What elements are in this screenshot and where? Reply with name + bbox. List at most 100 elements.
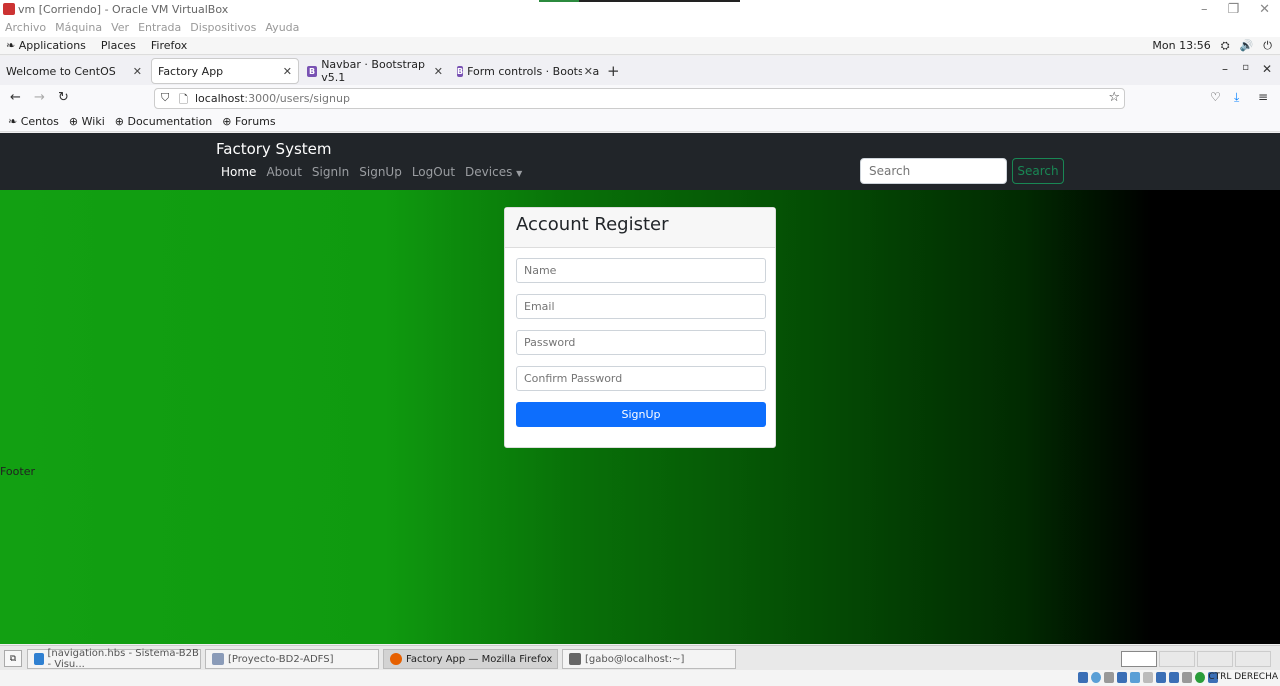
close-icon[interactable]: ✕	[1259, 2, 1270, 17]
email-field[interactable]	[516, 294, 766, 319]
nav-home[interactable]: Home	[221, 165, 256, 179]
signup-button[interactable]: SignUp	[516, 402, 766, 427]
hdd-icon[interactable]	[1078, 672, 1088, 683]
tab-label: Factory App	[158, 64, 224, 78]
usb-icon[interactable]	[1130, 672, 1140, 683]
shield-icon[interactable]: ⛉	[161, 91, 169, 105]
minimize-icon[interactable]: –	[1201, 2, 1208, 17]
menu-archivo[interactable]: Archivo	[5, 19, 46, 37]
page-viewport: Factory System Home About SignIn SignUp …	[0, 133, 1280, 644]
task-file-manager[interactable]: [Proyecto-BD2-ADFS]	[205, 649, 379, 669]
close-tab-icon[interactable]: ✕	[133, 65, 142, 78]
shared-folders-icon[interactable]	[1143, 672, 1153, 683]
close-tab-icon[interactable]: ✕	[434, 65, 443, 78]
progress-indicator	[539, 0, 740, 2]
centos-icon: ❧	[8, 114, 18, 128]
confirm-password-field[interactable]	[516, 366, 766, 391]
globe-icon: ⊕	[222, 114, 232, 128]
nav-about[interactable]: About	[266, 165, 301, 179]
task-terminal[interactable]: [gabo@localhost:~]	[562, 649, 736, 669]
restore-icon[interactable]: ❐	[1227, 2, 1239, 17]
site-brand[interactable]: Factory System	[216, 140, 332, 158]
workspace-3[interactable]	[1197, 651, 1233, 667]
clock[interactable]: Mon 13:56	[1152, 39, 1210, 53]
task-vscode[interactable]: [navigation.hbs - Sistema-B2B - Visu...	[27, 648, 201, 670]
workspace-4[interactable]	[1235, 651, 1271, 667]
name-field[interactable]	[516, 258, 766, 283]
close-window-icon[interactable]: ✕	[1262, 62, 1272, 76]
new-tab-icon[interactable]: +	[607, 62, 620, 80]
gnome-panel: ❧ Applications Places Firefox Mon 13:56 …	[0, 37, 1280, 55]
terminal-icon	[569, 653, 581, 665]
menu-dispositivos[interactable]: Dispositivos	[190, 19, 256, 37]
vbox-menubar: Archivo Máquina Ver Entrada Dispositivos…	[0, 19, 1280, 37]
nav-signup[interactable]: SignUp	[359, 165, 402, 179]
menu-maquina[interactable]: Máquina	[55, 19, 102, 37]
file-manager-icon	[212, 653, 224, 665]
tab-form-controls-bootstrap[interactable]: B Form controls · Bootstrap ✕	[451, 58, 599, 84]
url-text: localhost:3000/users/signup	[195, 92, 350, 105]
close-tab-icon[interactable]: ✕	[283, 65, 292, 78]
menu-ver[interactable]: Ver	[111, 19, 129, 37]
bookmark-documentation[interactable]: ⊕ Documentation	[115, 115, 213, 128]
applications-menu[interactable]: ❧ Applications	[6, 39, 86, 52]
task-firefox[interactable]: Factory App — Mozilla Firefox	[383, 649, 558, 669]
bookmarks-toolbar: ❧ Centos ⊕ Wiki ⊕ Documentation ⊕ Forums	[0, 111, 1280, 132]
nav-logout[interactable]: LogOut	[412, 165, 455, 179]
display-icon[interactable]	[1156, 672, 1166, 683]
card-title: Account Register	[505, 208, 775, 248]
menu-icon[interactable]: ≡	[1258, 90, 1268, 104]
active-app-menu[interactable]: Firefox	[151, 39, 187, 52]
cpu-icon[interactable]	[1182, 672, 1192, 683]
vbox-statusbar: CTRL DERECHA	[0, 670, 1280, 686]
bookmark-star-icon[interactable]: ☆	[1108, 90, 1120, 105]
tab-label: Form controls · Bootstrap	[467, 64, 599, 78]
register-card: Account Register SignUp	[504, 207, 776, 448]
gnome-foot-icon: ❧	[6, 39, 16, 52]
network-adapter-icon[interactable]	[1117, 672, 1127, 683]
maximize-icon[interactable]: ▫	[1242, 62, 1249, 73]
site-search-input[interactable]	[860, 158, 1007, 184]
volume-icon[interactable]: 🔊	[1240, 39, 1254, 53]
bookmark-centos[interactable]: ❧ Centos	[8, 115, 59, 128]
downloads-icon[interactable]: ⤓	[1234, 90, 1239, 105]
nav-devices-dropdown[interactable]: Devices ▼	[465, 165, 522, 179]
show-desktop-icon[interactable]: ⧉	[4, 650, 22, 667]
site-navbar: Factory System Home About SignIn SignUp …	[0, 133, 1280, 190]
bootstrap-icon: B	[307, 65, 318, 77]
bookmark-wiki[interactable]: ⊕ Wiki	[69, 115, 105, 128]
optical-drive-icon[interactable]	[1091, 672, 1101, 683]
forward-icon[interactable]: →	[34, 90, 45, 105]
bookmark-forums[interactable]: ⊕ Forums	[222, 115, 275, 128]
tab-strip: Welcome to CentOS ✕ Factory App ✕ B Navb…	[0, 56, 1280, 85]
video-capture-icon[interactable]	[1169, 672, 1179, 683]
host-key-label: CTRL DERECHA	[1208, 672, 1278, 682]
back-icon[interactable]: ←	[10, 90, 21, 105]
firefox-icon	[390, 653, 402, 665]
network-icon[interactable]: ⛭	[1221, 39, 1230, 53]
minimize-icon[interactable]: –	[1222, 62, 1228, 76]
site-search-button[interactable]: Search	[1012, 158, 1064, 184]
tab-label: Navbar · Bootstrap v5.1	[321, 58, 426, 84]
menu-ayuda[interactable]: Ayuda	[265, 19, 299, 37]
workspace-2[interactable]	[1159, 651, 1195, 667]
address-bar[interactable]: ⛉ 🗋 localhost:3000/users/signup ☆	[154, 88, 1125, 109]
page-footer: Footer	[0, 465, 35, 478]
tab-factory-app[interactable]: Factory App ✕	[151, 58, 299, 84]
audio-icon[interactable]	[1104, 672, 1114, 683]
nav-signin[interactable]: SignIn	[312, 165, 349, 179]
menu-entrada[interactable]: Entrada	[138, 19, 181, 37]
power-icon[interactable]: ⏻	[1263, 39, 1272, 53]
mouse-integration-icon[interactable]	[1195, 672, 1205, 683]
close-tab-icon[interactable]: ✕	[581, 64, 593, 78]
tab-navbar-bootstrap[interactable]: B Navbar · Bootstrap v5.1 ✕	[301, 58, 449, 84]
workspace-1[interactable]	[1121, 651, 1157, 667]
places-menu[interactable]: Places	[101, 39, 136, 52]
reload-icon[interactable]: ↻	[58, 90, 69, 105]
page-info-icon[interactable]: 🗋	[179, 91, 188, 110]
bootstrap-icon: B	[457, 65, 464, 77]
caret-down-icon: ▼	[516, 169, 523, 178]
password-field[interactable]	[516, 330, 766, 355]
pocket-icon[interactable]: ♡	[1210, 90, 1221, 104]
tab-welcome-centos[interactable]: Welcome to CentOS ✕	[0, 58, 148, 84]
